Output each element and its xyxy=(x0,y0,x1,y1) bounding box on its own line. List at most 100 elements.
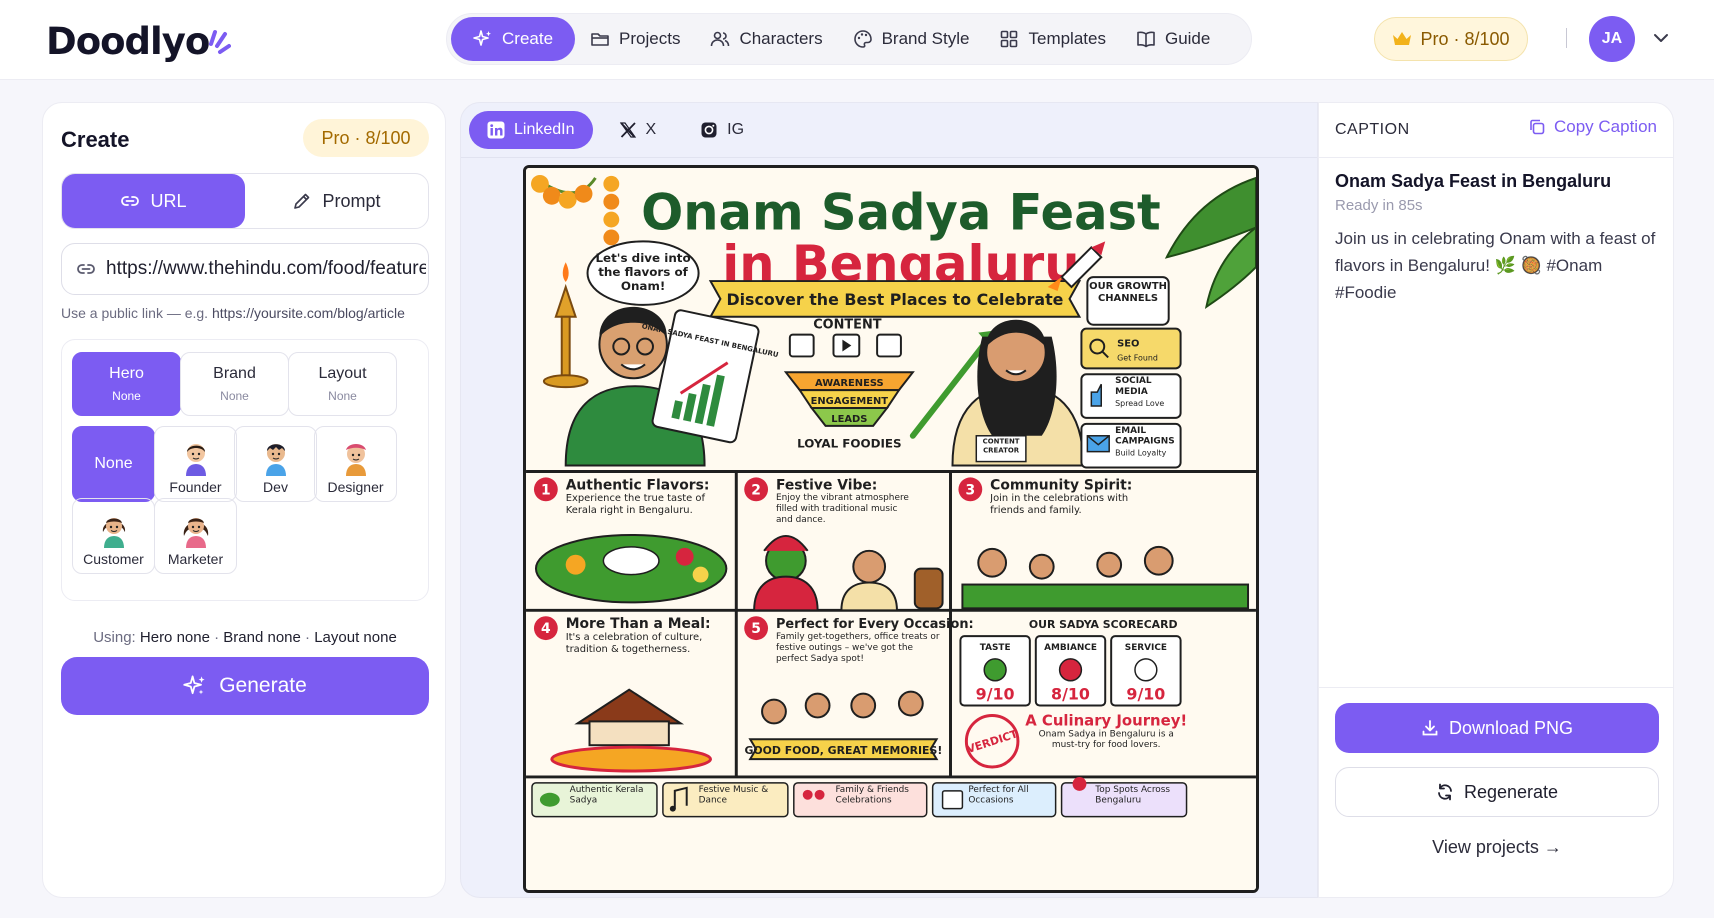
nav-characters[interactable]: Characters xyxy=(695,17,837,61)
character-founder[interactable]: Founder xyxy=(154,426,237,502)
layout-option[interactable]: Layout None xyxy=(288,352,397,416)
channel-email-name: EMAIL CAMPAIGNS xyxy=(1115,425,1175,447)
panel-5-num: 5 xyxy=(751,621,761,637)
linkedin-icon xyxy=(487,121,505,139)
footer-item-5: Top Spots Across Bengaluru xyxy=(1095,784,1171,806)
book-icon xyxy=(1137,31,1155,48)
channel-seo: SEO Get Found xyxy=(1080,327,1182,370)
panel-4-num: 4 xyxy=(541,621,551,637)
loyal-foodies-label: LOYAL FOODIES xyxy=(797,437,902,451)
hero-option-title: Hero xyxy=(109,365,144,382)
funnel-engagement: ENGAGEMENT xyxy=(811,396,889,407)
download-png-button[interactable]: Download PNG xyxy=(1335,703,1659,753)
panel-4-title: More Than a Meal: xyxy=(566,616,711,632)
create-plan-badge: Pro · 8/100 xyxy=(303,119,429,157)
hero-option-value: None xyxy=(112,389,141,403)
score-ambiance-label: AMBIANCE xyxy=(1044,643,1097,653)
channel-social-sub: Spread Love xyxy=(1115,399,1165,409)
create-panel: Create Pro · 8/100 URL Prompt Use a publ… xyxy=(42,102,446,898)
caption-heading: CAPTION xyxy=(1335,121,1410,138)
users-icon xyxy=(711,31,730,47)
panel-3-body: Join in the celebrations with friends an… xyxy=(990,493,1129,517)
tab-x-label: X xyxy=(645,121,657,138)
nav-templates[interactable]: Templates xyxy=(984,17,1120,61)
nav-templates-label: Templates xyxy=(1028,29,1106,48)
scorecard-title: OUR SADYA SCORECARD xyxy=(1029,618,1178,631)
verdict-title: A Culinary Journey! xyxy=(1025,711,1187,729)
hero-option[interactable]: Hero None xyxy=(72,352,181,416)
panel-5-title: Perfect for Every Occasion: xyxy=(776,617,974,632)
character-none[interactable]: None xyxy=(72,426,155,502)
brand-option-title: Brand xyxy=(213,365,256,382)
brand-option[interactable]: Brand None xyxy=(180,352,289,416)
score-service-label: SERVICE xyxy=(1125,643,1167,653)
panel-1-body: Experience the true taste of Kerala righ… xyxy=(565,493,705,517)
poster-subtitle: Discover the Best Places to Celebrate xyxy=(726,290,1063,309)
nav-projects-label: Projects xyxy=(619,29,681,48)
mode-toggle: URL Prompt xyxy=(61,173,429,229)
url-input-field xyxy=(61,243,429,295)
using-brand: Brand none xyxy=(223,629,301,646)
content-icons xyxy=(788,333,902,358)
regenerate-button[interactable]: Regenerate xyxy=(1335,767,1659,817)
caption-body[interactable]: Join us in celebrating Onam with a feast… xyxy=(1335,225,1661,306)
nav-brand-style[interactable]: Brand Style xyxy=(838,17,985,61)
using-hero: Hero none xyxy=(139,629,210,646)
generate-button[interactable]: Generate xyxy=(61,657,429,715)
nav-guide-label: Guide xyxy=(1164,29,1211,48)
refresh-icon xyxy=(1438,783,1452,801)
nav-guide[interactable]: Guide xyxy=(1121,17,1225,61)
verdict-body: Onam Sadya in Bengaluru is a must-try fo… xyxy=(1038,729,1174,751)
url-input[interactable] xyxy=(106,258,426,280)
character-marketer[interactable]: Marketer xyxy=(154,498,237,574)
character-none-label: None xyxy=(94,455,133,472)
folder-icon xyxy=(591,33,609,46)
character-designer-label: Designer xyxy=(327,479,384,495)
score-taste-label: TASTE xyxy=(980,643,1011,653)
download-icon xyxy=(1422,720,1438,736)
panel-2-num: 2 xyxy=(751,482,761,498)
character-designer[interactable]: Designer xyxy=(314,426,397,502)
url-hint-example: https://yoursite.com/blog/article xyxy=(211,305,405,321)
user-avatar[interactable]: JA xyxy=(1589,16,1635,62)
channels-title: OUR GROWTH CHANNELS xyxy=(1089,281,1167,304)
nav-create[interactable]: Create xyxy=(451,17,576,61)
platform-tabs: LinkedIn X IG xyxy=(469,111,762,149)
character-founder-label: Founder xyxy=(169,479,222,495)
caption-status: Ready in 85s xyxy=(1335,197,1423,214)
link-icon xyxy=(121,196,140,206)
character-marketer-label: Marketer xyxy=(167,551,224,567)
character-customer[interactable]: Customer xyxy=(72,498,155,574)
nav-projects[interactable]: Projects xyxy=(575,17,695,61)
crown-icon xyxy=(1393,32,1412,45)
caption-divider xyxy=(1319,157,1673,158)
tab-ig[interactable]: IG xyxy=(682,111,762,149)
poster-footer: Authentic Kerala Sadya Festive Music & D… xyxy=(531,776,1188,818)
footer-item-4: Perfect for All Occasions xyxy=(968,784,1029,806)
link-icon xyxy=(77,264,95,274)
mode-prompt-button[interactable]: Prompt xyxy=(245,174,428,228)
sparkle-icon xyxy=(183,675,205,695)
tab-linkedin-label: LinkedIn xyxy=(514,121,575,138)
layout-option-title: Layout xyxy=(318,365,367,382)
mode-url-label: URL xyxy=(150,190,187,211)
tab-x[interactable]: X xyxy=(601,111,675,149)
chevron-down-icon[interactable] xyxy=(1652,29,1670,47)
character-dev[interactable]: Dev xyxy=(234,426,317,502)
view-projects-link[interactable]: View projects → xyxy=(1319,837,1675,858)
score-ambiance-value: 8/10 xyxy=(1051,685,1090,704)
channel-email: EMAIL CAMPAIGNS Build Loyalty xyxy=(1080,422,1182,469)
regenerate-label: Regenerate xyxy=(1463,781,1559,802)
copy-icon xyxy=(1530,119,1545,135)
tab-linkedin[interactable]: LinkedIn xyxy=(469,111,593,149)
copy-caption-button[interactable]: Copy Caption xyxy=(1528,117,1657,137)
tabs-divider xyxy=(461,157,1317,158)
style-options-card: Hero None Brand None Layout None None Fo… xyxy=(61,339,429,601)
plan-badge[interactable]: Pro · 8/100 xyxy=(1374,17,1528,61)
channel-seo-name: SEO xyxy=(1117,339,1139,350)
character-customer-label: Customer xyxy=(83,551,144,567)
logo[interactable]: Doodlyo xyxy=(46,14,232,64)
poster-title-line1: Onam Sadya Feast xyxy=(641,183,1161,241)
mode-url-button[interactable]: URL xyxy=(62,174,245,228)
using-label: Using: xyxy=(93,629,136,646)
